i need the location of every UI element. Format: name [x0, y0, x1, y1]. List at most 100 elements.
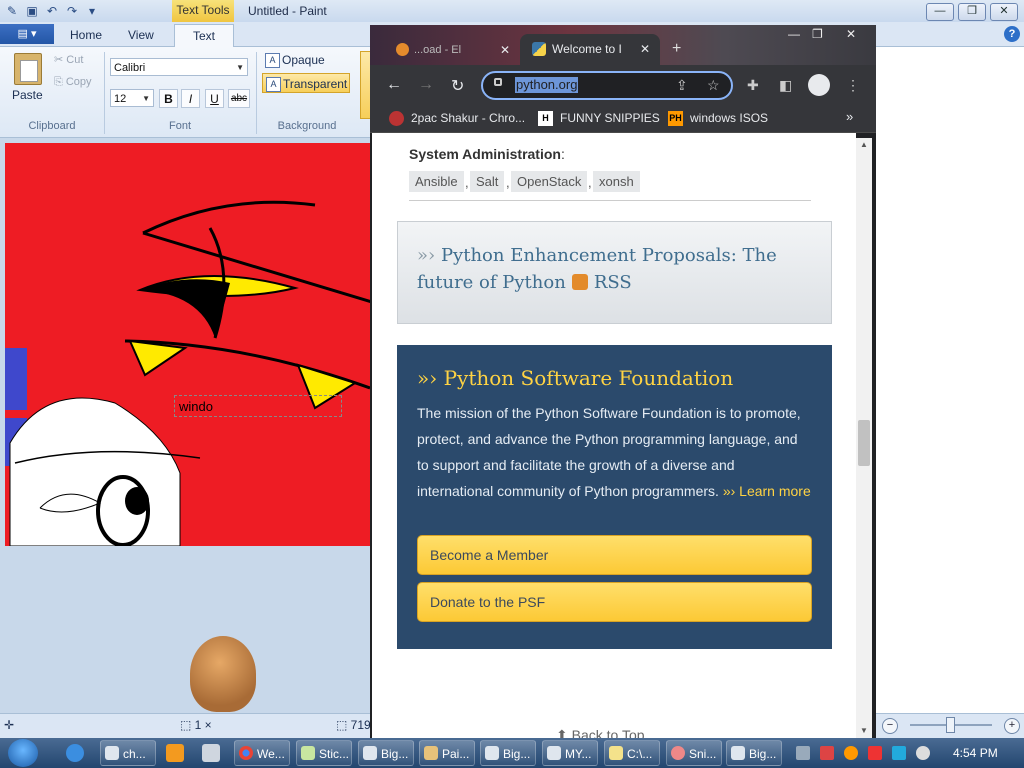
bookmark-item[interactable]: H FUNNY SNIPPIES	[538, 109, 660, 127]
learn-more-link[interactable]: »› Learn more	[723, 483, 811, 499]
taskbar-item-label: Big...	[749, 747, 777, 761]
clock[interactable]: 4:54 PM	[953, 746, 998, 760]
media-player-icon[interactable]	[166, 744, 184, 762]
scroll-up-arrow-icon[interactable]: ▲	[860, 140, 868, 149]
chrome-minimize-button[interactable]: —	[788, 27, 800, 41]
chrome-close-button[interactable]: ✕	[846, 27, 856, 41]
copy-button[interactable]: ⎘ Copy	[54, 76, 92, 89]
font-size-select[interactable]: 12 ▼	[110, 89, 154, 107]
rss-label[interactable]: RSS	[594, 272, 632, 293]
paint-app-icon[interactable]: ✎	[4, 3, 20, 19]
drawing-canvas[interactable]	[5, 143, 370, 546]
selection-icon: ⬚	[180, 718, 195, 732]
transparent-option[interactable]: A Transparent	[262, 73, 350, 93]
back-arrow-icon[interactable]: ←	[386, 76, 402, 94]
underline-button[interactable]: U	[205, 89, 224, 108]
chevrons-icon: »›	[417, 366, 444, 390]
scrollbar-thumb[interactable]	[858, 420, 870, 466]
sysadmin-heading: System Administration:	[409, 146, 565, 162]
internet-explorer-icon[interactable]	[66, 744, 84, 762]
bookmark-item[interactable]: 2pac Shakur - Chro...	[389, 109, 525, 127]
tray-app-icon[interactable]	[820, 746, 834, 760]
paste-icon[interactable]	[14, 53, 42, 85]
forward-arrow-icon[interactable]: →	[418, 76, 434, 94]
bookmarks-overflow-icon[interactable]: »	[846, 109, 853, 124]
taskbar-item[interactable]: Stic...	[296, 740, 352, 766]
font-family-select[interactable]: Calibri ▼	[110, 58, 248, 76]
taskbar-item[interactable]: Big...	[358, 740, 414, 766]
close-icon[interactable]: ✕	[500, 37, 510, 63]
opaque-option[interactable]: A Opaque	[262, 50, 352, 70]
reload-icon[interactable]: ↻	[451, 76, 464, 96]
paint-menu-button[interactable]: ▤ ▾	[0, 24, 54, 44]
tray-flag-icon[interactable]	[868, 746, 882, 760]
tab-favicon	[396, 43, 409, 56]
text-box-input[interactable]: windo	[174, 395, 342, 417]
become-member-button[interactable]: Become a Member	[417, 535, 812, 575]
quick-access-toolbar: ✎ ▣ ↶ ↷ ▾	[4, 2, 100, 20]
cut-button[interactable]: ✂ Cut	[54, 53, 83, 66]
italic-button[interactable]: I	[181, 89, 200, 108]
font-family-value: Calibri	[114, 62, 146, 74]
tab-view[interactable]: View	[128, 28, 154, 42]
tray-app-icon[interactable]	[844, 746, 858, 760]
help-icon[interactable]: ?	[1004, 26, 1020, 42]
new-tab-button[interactable]: +	[672, 40, 681, 58]
undo-icon[interactable]: ↶	[44, 3, 60, 19]
paste-button[interactable]: Paste	[12, 88, 43, 102]
tab-active[interactable]: Welcome to I ✕	[520, 34, 660, 65]
chrome-restore-button[interactable]: ❐	[812, 27, 823, 41]
lock-icon[interactable]	[494, 78, 502, 86]
tray-app-icon[interactable]	[796, 746, 810, 760]
tag-link[interactable]: xonsh	[593, 171, 640, 192]
url-text[interactable]: python.org	[515, 77, 579, 93]
menu-kebab-icon[interactable]: ⋮	[846, 77, 860, 94]
zoom-in-button[interactable]: +	[1004, 718, 1020, 734]
calculator-icon[interactable]	[202, 744, 220, 762]
zoom-out-button[interactable]: −	[882, 718, 898, 734]
tray-network-icon[interactable]	[892, 746, 906, 760]
taskbar-item[interactable]: Pai...	[419, 740, 475, 766]
psf-description: The mission of the Python Software Found…	[417, 400, 813, 504]
maximize-button[interactable]: ❐	[958, 3, 986, 21]
taskbar-item[interactable]: We...	[234, 740, 290, 766]
rss-icon	[571, 274, 588, 290]
tab-home[interactable]: Home	[70, 28, 102, 42]
tray-volume-icon[interactable]	[916, 746, 930, 760]
share-icon[interactable]: ⇪	[676, 77, 688, 94]
start-button[interactable]	[8, 739, 38, 767]
redo-icon[interactable]: ↷	[64, 3, 80, 19]
transparent-label: Transparent	[283, 77, 348, 91]
tab-background[interactable]: ...oad - El ✕	[392, 37, 520, 63]
tab-text[interactable]: Text	[174, 24, 234, 48]
close-icon[interactable]: ✕	[640, 34, 650, 64]
profile-avatar[interactable]	[808, 74, 830, 96]
donate-button[interactable]: Donate to the PSF	[417, 582, 812, 622]
taskbar-item[interactable]: MY...	[542, 740, 598, 766]
tag-link[interactable]: OpenStack	[511, 171, 588, 192]
chrome-icon	[239, 746, 253, 760]
bookmark-item[interactable]: PH windows ISOS	[668, 109, 768, 127]
tag-link[interactable]: Ansible	[409, 171, 464, 192]
qat-dropdown-icon[interactable]: ▾	[84, 3, 100, 19]
background-group-label: Background	[277, 120, 337, 132]
pep-link[interactable]: »› Python Enhancement Proposals: The fut…	[417, 242, 813, 296]
scroll-down-arrow-icon[interactable]: ▼	[860, 726, 868, 735]
taskbar-item[interactable]: Big...	[726, 740, 782, 766]
minimize-button[interactable]: —	[926, 3, 954, 21]
bold-button[interactable]: B	[159, 89, 178, 108]
taskbar-item[interactable]: ch...	[100, 740, 156, 766]
sysadmin-label: System Administration	[409, 146, 561, 162]
tag-link[interactable]: Salt	[470, 171, 505, 192]
taskbar-item[interactable]: Big...	[480, 740, 536, 766]
bookmark-star-icon[interactable]: ☆	[707, 77, 720, 94]
zoom-slider-thumb[interactable]	[946, 717, 955, 733]
extensions-puzzle-icon[interactable]: ✚	[747, 77, 759, 94]
taskbar-item[interactable]: C:\...	[604, 740, 660, 766]
save-icon[interactable]: ▣	[24, 3, 40, 19]
close-button[interactable]: ✕	[990, 3, 1018, 21]
strikethrough-button[interactable]: abc	[228, 89, 250, 108]
side-panel-icon[interactable]: ◧	[779, 77, 792, 94]
window-title: Untitled - Paint	[248, 4, 327, 18]
taskbar-item[interactable]: Sni...	[666, 740, 722, 766]
